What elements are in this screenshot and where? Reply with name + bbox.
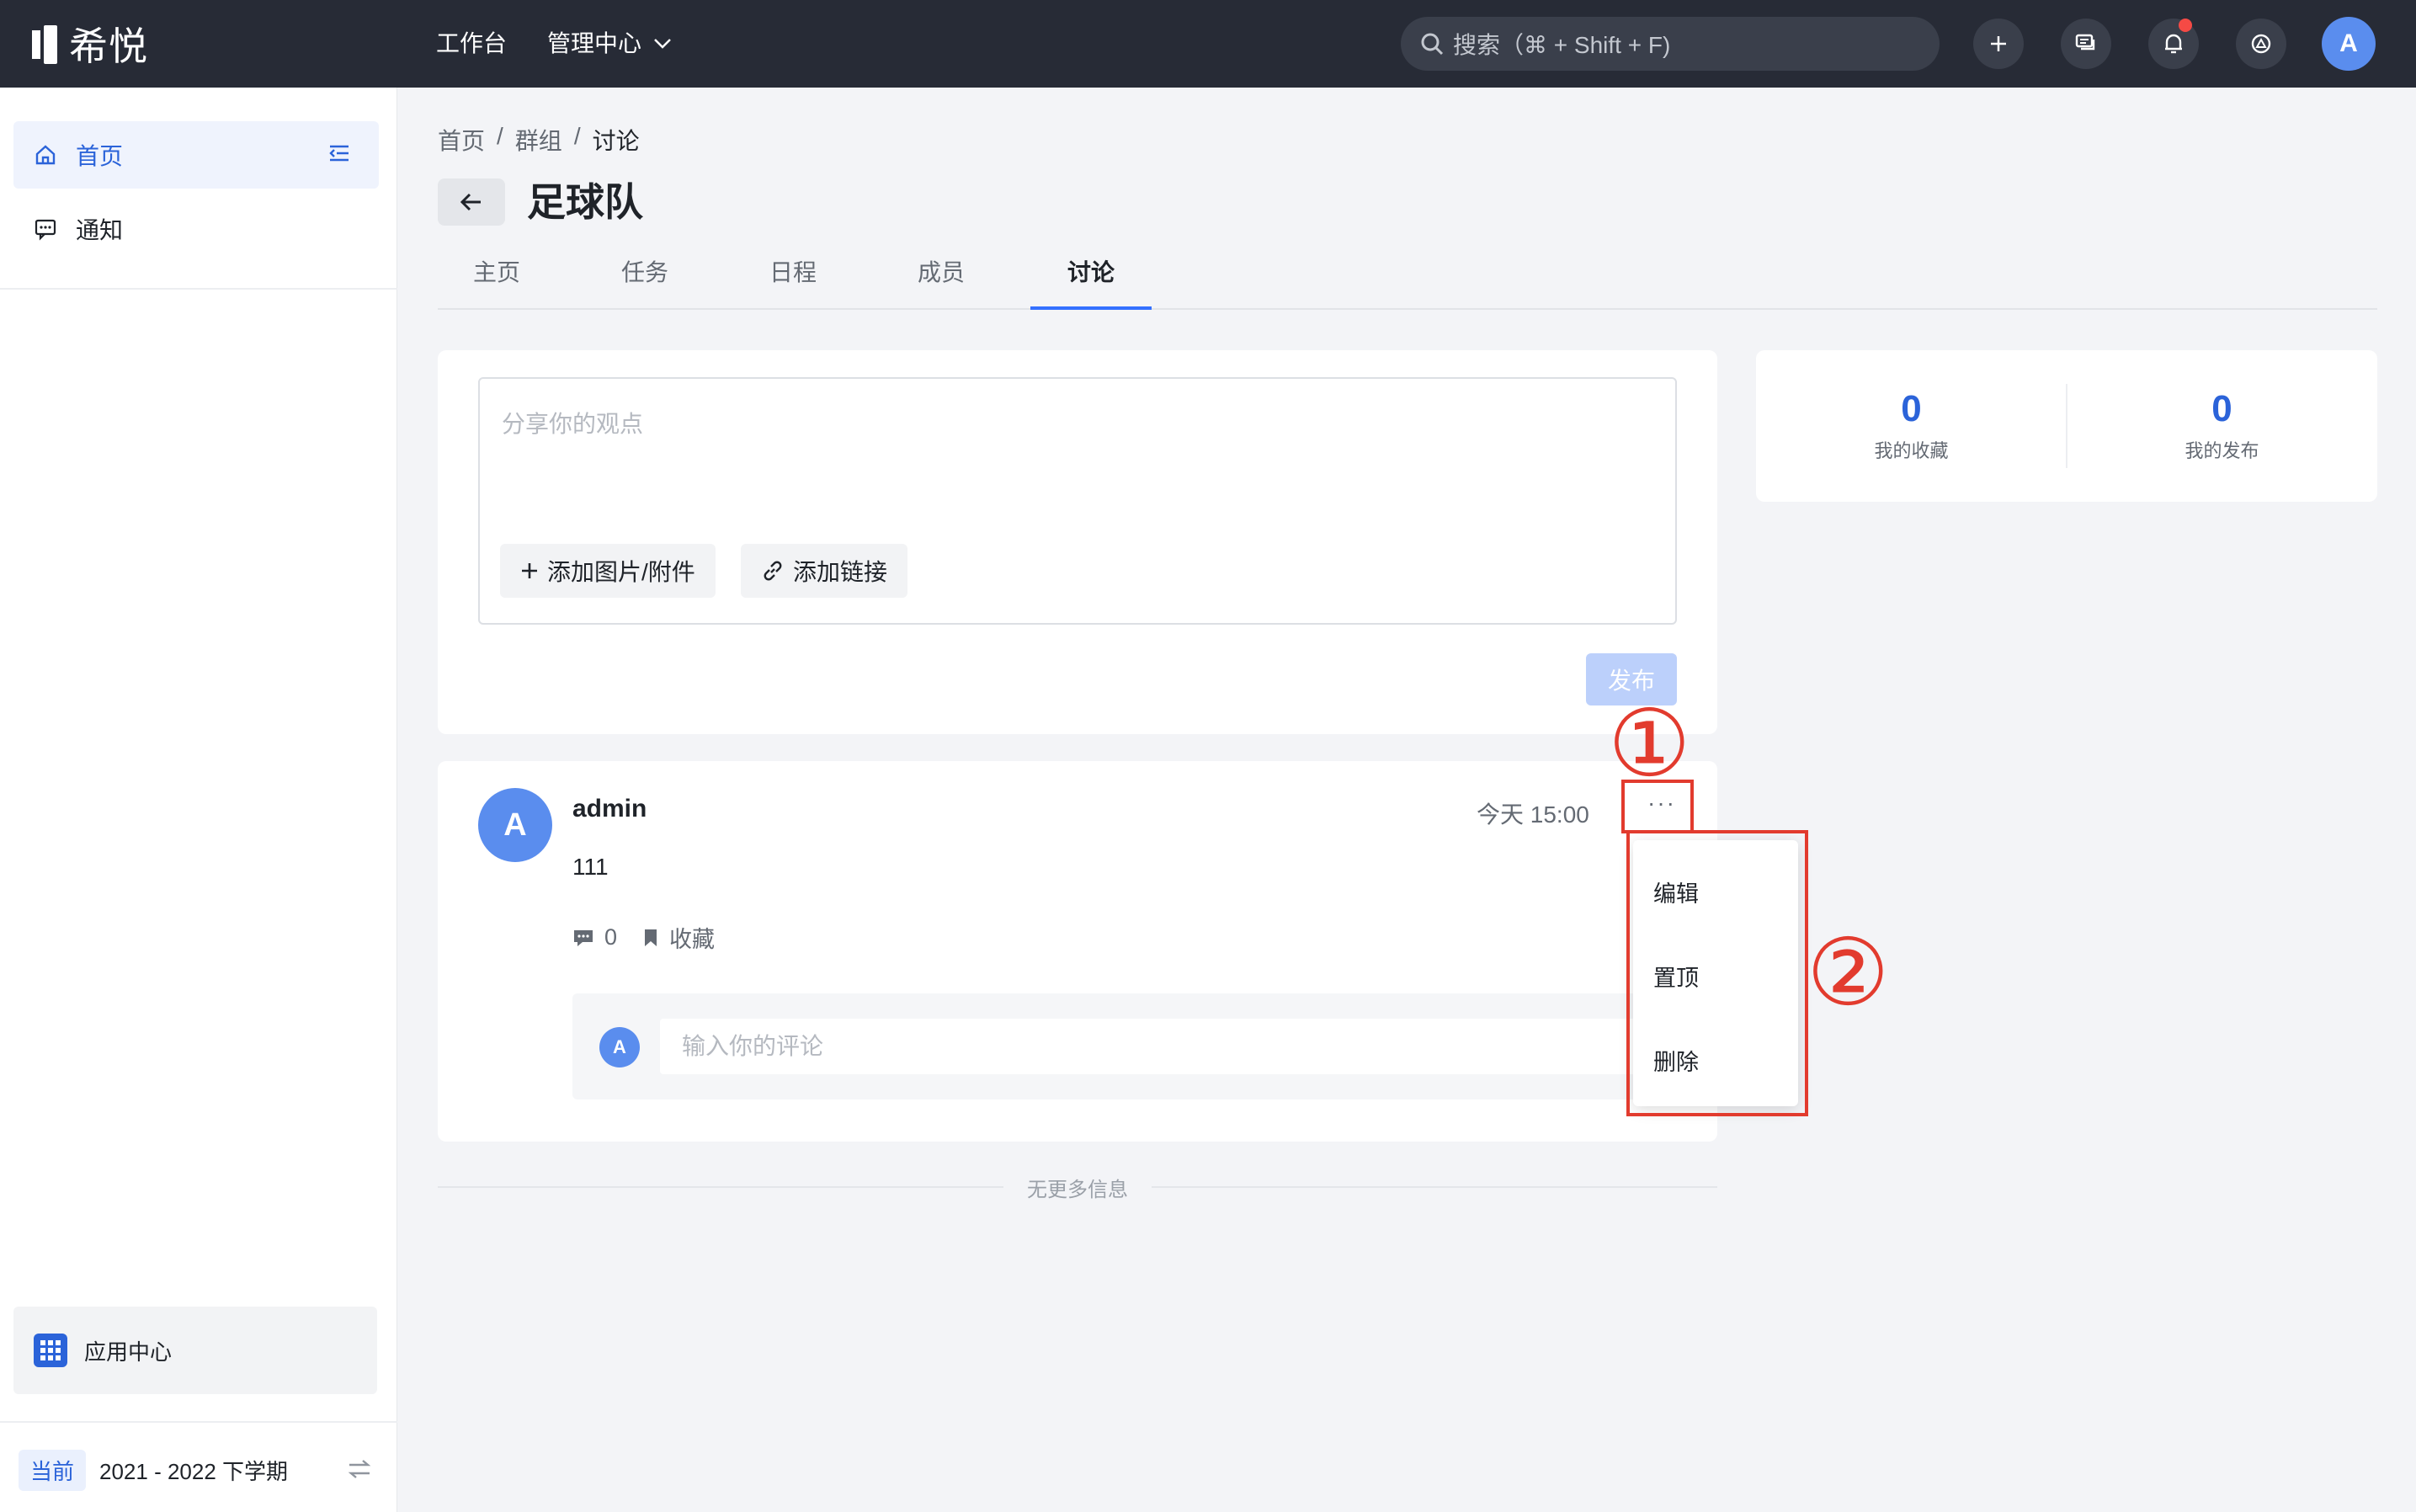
post-editor-placeholder: 分享你的观点 xyxy=(502,411,644,437)
app-logo[interactable]: 希悦 xyxy=(32,19,148,69)
page-title: 足球队 xyxy=(527,180,643,224)
term-selector[interactable]: 当前 2021 - 2022 下学期 xyxy=(19,1448,372,1492)
create-button[interactable] xyxy=(1973,19,2024,69)
tab-members[interactable]: 成员 xyxy=(882,251,1000,308)
logo-text: 希悦 xyxy=(69,24,148,68)
link-icon xyxy=(764,561,782,581)
post-body: 111 xyxy=(572,854,609,880)
favorite-button[interactable]: 收藏 xyxy=(669,921,715,954)
post-editor[interactable]: 分享你的观点 添加图片/附件 添加链接 xyxy=(478,377,1677,625)
plus-icon xyxy=(1991,36,2006,51)
breadcrumb-current: 讨论 xyxy=(592,128,640,154)
switch-icon[interactable] xyxy=(347,1458,372,1480)
chevron-down-icon xyxy=(654,39,671,49)
messages-button[interactable] xyxy=(2061,19,2111,69)
notifications-button[interactable] xyxy=(2148,19,2199,69)
breadcrumb-groups[interactable]: 群组 xyxy=(515,123,562,157)
add-attachment-button[interactable]: 添加图片/附件 xyxy=(500,544,716,598)
user-avatar[interactable]: A xyxy=(2322,17,2376,71)
tab-schedule[interactable]: 日程 xyxy=(734,251,852,308)
post-author-avatar[interactable]: A xyxy=(478,788,552,862)
stat-posts[interactable]: 0 我的发布 xyxy=(2067,389,2377,463)
collapse-sidebar-icon[interactable] xyxy=(328,143,350,163)
no-more-text: 无更多信息 xyxy=(1027,1178,1128,1201)
sidebar-item-notifications-label: 通知 xyxy=(76,217,124,243)
bell-icon xyxy=(2165,34,2182,54)
search-icon xyxy=(1421,33,1444,56)
post-timestamp: 今天 15:00 xyxy=(1477,801,1589,828)
app-center-label: 应用中心 xyxy=(84,1339,173,1365)
sidebar-divider xyxy=(0,288,397,290)
current-term-badge: 当前 xyxy=(19,1449,87,1491)
sidebar-divider-bottom xyxy=(0,1421,397,1423)
nav-admin-center[interactable]: 管理中心 xyxy=(547,25,672,62)
chat-icon xyxy=(2075,34,2095,51)
plus-icon xyxy=(522,563,537,578)
add-link-label: 添加链接 xyxy=(793,559,888,585)
discussion-post: A admin 今天 15:00 ··· 111 0 收藏 A xyxy=(438,761,1717,1142)
stat-favorites[interactable]: 0 我的收藏 xyxy=(1756,389,2067,463)
comment-box: A xyxy=(572,993,1677,1099)
stat-posts-label: 我的发布 xyxy=(2185,440,2259,461)
post-actions: 0 收藏 xyxy=(572,921,715,954)
back-button[interactable] xyxy=(438,178,505,226)
sidebar-item-home[interactable]: 首页 xyxy=(13,121,379,189)
app-center-button[interactable]: 应用中心 xyxy=(13,1307,377,1394)
logo-mark-icon xyxy=(32,25,57,64)
stat-favorites-label: 我的收藏 xyxy=(1874,440,1949,461)
tab-home[interactable]: 主页 xyxy=(438,251,556,308)
divider-line xyxy=(438,1186,1003,1188)
current-term-value: 2021 - 2022 下学期 xyxy=(99,1458,289,1484)
group-tabs: 主页 任务 日程 成员 讨论 xyxy=(438,251,2377,310)
tab-tasks[interactable]: 任务 xyxy=(586,251,704,308)
divider-line xyxy=(1152,1186,1717,1188)
breadcrumb-separator: / xyxy=(573,123,581,149)
breadcrumb: 首页 / 群组 / 讨论 xyxy=(438,123,652,157)
search-placeholder: 搜索（⌘ + Shift + F) xyxy=(1453,32,1671,58)
nav-workbench[interactable]: 工作台 xyxy=(436,25,507,62)
bookmark-icon[interactable] xyxy=(642,928,659,948)
sidebar: 首页 通知 应用中心 当前 2021 - 2022 下学期 xyxy=(0,88,397,1512)
breadcrumb-home[interactable]: 首页 xyxy=(438,123,485,157)
comment-icon[interactable] xyxy=(572,928,594,948)
nav-admin-center-label: 管理中心 xyxy=(547,30,642,56)
help-button[interactable] xyxy=(2236,19,2286,69)
stat-favorites-value: 0 xyxy=(1901,388,1922,429)
add-attachment-label: 添加图片/附件 xyxy=(547,559,695,585)
home-icon xyxy=(35,145,56,165)
add-link-button[interactable]: 添加链接 xyxy=(741,544,908,598)
search-box[interactable]: 搜索（⌘ + Shift + F) xyxy=(1401,17,1940,71)
tab-discussion[interactable]: 讨论 xyxy=(1030,251,1152,310)
commenter-avatar: A xyxy=(599,1027,640,1067)
sidebar-item-notifications[interactable]: 通知 xyxy=(13,195,379,263)
post-author-name[interactable]: admin xyxy=(572,795,647,823)
stats-card: 0 我的收藏 0 我的发布 xyxy=(1756,350,2377,502)
top-bar: 希悦 工作台 管理中心 搜索（⌘ + Shift + F) A xyxy=(0,0,2416,88)
annotation-number-2: ② xyxy=(1807,918,1890,1026)
message-icon xyxy=(35,219,56,241)
compass-icon xyxy=(2251,34,2271,54)
breadcrumb-separator: / xyxy=(497,123,503,149)
comment-count: 0 xyxy=(604,924,618,950)
annotation-number-1: ① xyxy=(1608,689,1691,797)
annotation-box-2 xyxy=(1626,830,1808,1116)
arrow-left-icon xyxy=(460,193,481,211)
post-composer: 分享你的观点 添加图片/附件 添加链接 发布 xyxy=(438,350,1717,734)
comment-input[interactable] xyxy=(660,1019,1653,1074)
no-more-divider: 无更多信息 xyxy=(438,1172,1717,1202)
notification-dot xyxy=(2179,19,2192,32)
apps-grid-icon xyxy=(34,1334,67,1367)
sidebar-item-home-label: 首页 xyxy=(76,143,124,169)
stat-posts-value: 0 xyxy=(2211,388,2232,429)
